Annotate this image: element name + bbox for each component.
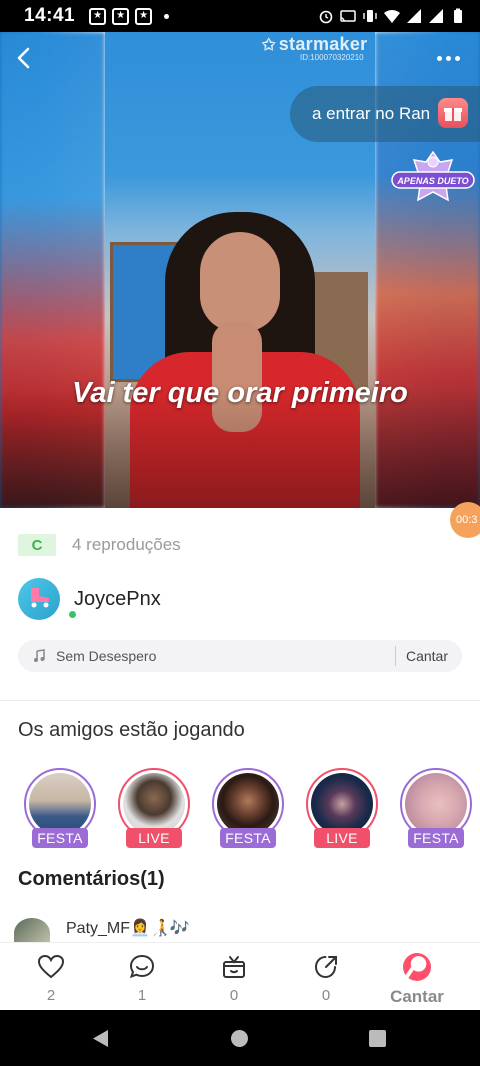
author-name[interactable]: JoycePnx (74, 588, 161, 611)
friend-item[interactable]: FESTA (22, 768, 98, 852)
badge-text: APENAS DUETO (397, 176, 469, 186)
friend-item[interactable]: LIVE (304, 768, 380, 852)
roller-skate-icon (31, 588, 49, 608)
timer-bubble[interactable]: 00:3 (450, 502, 480, 538)
gift-icon[interactable] (438, 98, 468, 128)
singer-face (200, 232, 280, 332)
notification-icons: ★ ★ ★ (89, 7, 170, 25)
nav-home-icon[interactable] (231, 1030, 248, 1047)
friends-row: FESTA LIVE FESTA LIVE FESTA (22, 768, 480, 852)
watermark-text: starmaker (278, 34, 368, 54)
friend-avatar (311, 773, 373, 835)
online-status-dot (67, 609, 78, 620)
heart-icon (37, 954, 65, 979)
gift-button[interactable]: 0 (204, 953, 264, 1004)
author-row[interactable]: JoycePnx (18, 578, 161, 620)
more-dot-icon (445, 55, 451, 61)
friend-status-tag: LIVE (314, 828, 370, 848)
music-note-icon (34, 649, 45, 662)
comments-title: Comentários(1) (18, 868, 165, 890)
song-meta: C 4 reproduções (18, 534, 181, 556)
chevron-left-icon (17, 47, 30, 69)
share-arrow-icon (314, 956, 337, 979)
apenas-dueto-badge: APENAS DUETO (388, 150, 478, 212)
microphone-icon (403, 953, 431, 981)
gift-count: 0 (229, 987, 239, 1004)
more-dot-icon (436, 55, 442, 61)
friend-status-tag: FESTA (408, 828, 464, 848)
banner-text: a entrar no Ran (312, 104, 431, 123)
friend-status-tag: FESTA (220, 828, 276, 848)
star-app-icon: ★ (135, 7, 153, 25)
song-title: Sem Desespero (56, 648, 157, 664)
video-player[interactable]: ✩ starmaker ID:100070320210 a entrar no R… (0, 32, 480, 508)
like-button[interactable]: 2 (21, 953, 81, 1004)
cast-icon (340, 10, 356, 22)
gift-box-icon (223, 956, 245, 978)
friend-item[interactable]: LIVE (116, 768, 192, 852)
friend-avatar (29, 773, 91, 835)
signal-icon (429, 9, 443, 23)
sing-song-button[interactable]: Cantar (406, 648, 448, 664)
watermark-id: ID:100070320210 (300, 53, 364, 62)
like-count: 2 (46, 987, 56, 1004)
grade-badge: C (18, 534, 56, 556)
pill-divider (394, 646, 396, 666)
star-logo-icon: ✩ (262, 37, 276, 54)
song-pill[interactable]: Sem Desespero Cantar (18, 640, 462, 672)
android-nav-bar (0, 1010, 480, 1066)
friend-item[interactable]: FESTA (398, 768, 474, 852)
section-divider (0, 700, 480, 701)
share-button[interactable]: 0 (296, 953, 356, 1004)
wifi-icon (384, 9, 400, 23)
sing-label: Cantar (390, 987, 444, 1006)
comment-bubble-icon (129, 954, 155, 979)
comment-username[interactable]: Paty_MF👩‍💼🧑‍🦯🎶 (66, 918, 190, 938)
nav-back-icon[interactable] (92, 1029, 109, 1048)
author-avatar[interactable] (18, 578, 60, 620)
friend-status-tag: FESTA (32, 828, 88, 848)
friend-avatar (405, 773, 467, 835)
star-app-icon: ★ (89, 7, 107, 25)
more-dot-icon (454, 55, 460, 61)
starmaker-watermark: ✩ starmaker (262, 34, 367, 55)
comment-button[interactable]: 1 (112, 953, 172, 1004)
comment-count: 1 (137, 987, 147, 1004)
vibrate-icon (363, 10, 377, 22)
friend-item[interactable]: FESTA (210, 768, 286, 852)
play-count: 4 reproduções (72, 535, 181, 554)
friend-avatar (217, 773, 279, 835)
status-time: 14:41 (24, 5, 76, 26)
lyric-line: Vai ter que orar primeiro (72, 377, 408, 409)
friend-status-tag: LIVE (126, 828, 182, 848)
alarm-icon (319, 10, 333, 24)
signal-icon (407, 9, 421, 23)
sing-button[interactable]: Cantar (387, 953, 447, 1007)
system-icons (318, 8, 466, 24)
nav-recents-icon[interactable] (369, 1030, 386, 1047)
battery-icon (454, 8, 462, 23)
status-bar: 14:41 ★ ★ ★ (0, 0, 480, 32)
ranking-banner[interactable]: a entrar no Ran (290, 86, 480, 142)
action-bar: 2 1 0 0 Cantar (0, 942, 480, 1010)
friend-avatar (123, 773, 185, 835)
star-app-icon: ★ (112, 7, 130, 25)
more-options-button[interactable] (434, 48, 462, 68)
share-count: 0 (321, 987, 331, 1004)
friends-section-title: Os amigos estão jogando (18, 719, 245, 741)
back-button[interactable] (10, 44, 38, 72)
more-notifications-dot-icon (164, 13, 170, 19)
